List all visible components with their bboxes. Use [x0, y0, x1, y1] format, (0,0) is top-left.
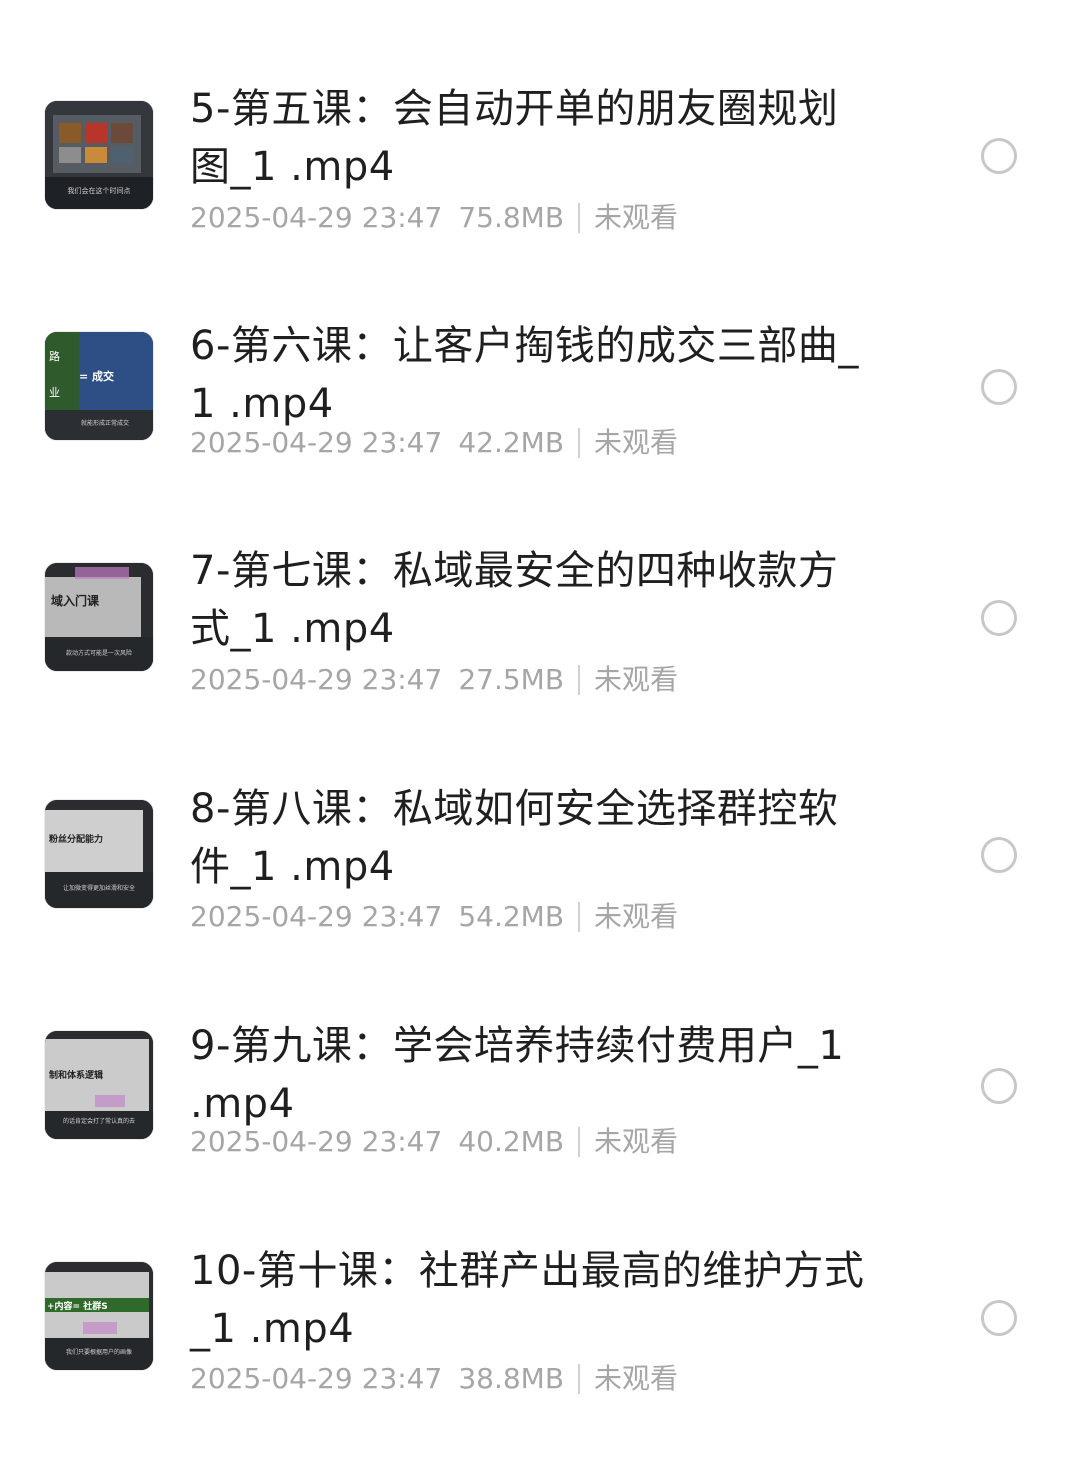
- video-thumbnail-image: 我们会在这个时间点: [45, 101, 153, 209]
- file-size: 38.8MB: [458, 1362, 565, 1395]
- video-thumbnail: 我们会在这个时间点: [45, 101, 153, 209]
- file-meta: 2025-04-29 23:47 40.2MB 未观看: [190, 1122, 678, 1162]
- file-title: 8-第八课：私域如何安全选择群控软件_1 .mp4: [190, 786, 839, 890]
- file-date: 2025-04-29 23:47: [190, 1362, 443, 1395]
- thumb-caption: 款动方式可能是一次风险: [66, 649, 132, 657]
- divider: [578, 902, 581, 932]
- file-date: 2025-04-29 23:47: [190, 1125, 443, 1158]
- list-item[interactable]: 域入门课 款动方式可能是一次风险 7-第七课：私域最安全的四种收款方式_1 .m…: [0, 462, 1080, 696]
- thumb-caption: 路: [49, 350, 60, 363]
- file-date: 2025-04-29 23:47: [190, 663, 443, 696]
- file-meta: 2025-04-29 23:47 42.2MB 未观看: [190, 423, 678, 463]
- file-title: 10-第十课：社群产出最高的维护方式_1 .mp4: [190, 1248, 865, 1352]
- file-title: 6-第六课：让客户掏钱的成交三部曲_1 .mp4: [190, 323, 859, 427]
- video-thumbnail: 域入门课 款动方式可能是一次风险: [45, 563, 153, 671]
- divider: [578, 665, 581, 695]
- radio-unchecked-icon[interactable]: [981, 600, 1017, 636]
- radio-unchecked-icon[interactable]: [981, 138, 1017, 174]
- radio-unchecked-icon[interactable]: [981, 1068, 1017, 1104]
- file-date: 2025-04-29 23:47: [190, 426, 443, 459]
- thumb-caption: 业: [49, 386, 60, 399]
- video-thumbnail: 路 = 成交 业 就能形成正常成交: [45, 332, 153, 440]
- radio-unchecked-icon[interactable]: [981, 1300, 1017, 1336]
- thumb-caption: 制和体系逻辑: [49, 1069, 103, 1081]
- thumb-caption: 域入门课: [51, 593, 100, 608]
- video-thumbnail-image: 制和体系逻辑 的话肯定会打了常认真的去: [45, 1031, 153, 1139]
- thumb-caption: 粉丝分配能力: [49, 833, 103, 845]
- file-size: 42.2MB: [458, 426, 565, 459]
- divider: [578, 203, 581, 233]
- thumb-caption: 我们只要根据用户的画像: [66, 1348, 132, 1356]
- list-item[interactable]: 路 = 成交 业 就能形成正常成交 6-第六课：让客户掏钱的成交三部曲_1 .m…: [0, 231, 1080, 461]
- video-thumbnail: +内容= 社群S 我们只要根据用户的画像: [45, 1262, 153, 1370]
- file-meta: 2025-04-29 23:47 27.5MB 未观看: [190, 660, 678, 700]
- radio-unchecked-icon[interactable]: [981, 369, 1017, 405]
- video-thumbnail: 制和体系逻辑 的话肯定会打了常认真的去: [45, 1031, 153, 1139]
- divider: [578, 428, 581, 458]
- list-item[interactable]: 制和体系逻辑 的话肯定会打了常认真的去 9-第九课：学会培养持续付费用户_1 .…: [0, 931, 1080, 1161]
- list-item[interactable]: 粉丝分配能力 让加微变得更加丝滑和安全 8-第八课：私域如何安全选择群控软件_1…: [0, 700, 1080, 933]
- file-title: 5-第五课：会自动开单的朋友圈规划图_1 .mp4: [190, 86, 839, 190]
- radio-unchecked-icon[interactable]: [981, 837, 1017, 873]
- file-list: 我们会在这个时间点 5-第五课：会自动开单的朋友圈规划图_1 .mp4 2025…: [0, 0, 1080, 1473]
- video-thumbnail-image: +内容= 社群S 我们只要根据用户的画像: [45, 1262, 153, 1370]
- watch-status: 未观看: [594, 426, 679, 459]
- list-item[interactable]: 我们会在这个时间点 5-第五课：会自动开单的朋友圈规划图_1 .mp4 2025…: [0, 0, 1080, 234]
- thumb-caption: 让加微变得更加丝滑和安全: [63, 884, 135, 892]
- file-size: 40.2MB: [458, 1125, 565, 1158]
- thumb-caption: = 成交: [79, 369, 114, 383]
- file-title: 9-第九课：学会培养持续付费用户_1 .mp4: [190, 1023, 845, 1127]
- list-item[interactable]: +内容= 社群S 我们只要根据用户的画像 10-第十课：社群产出最高的维护方式_…: [0, 1162, 1080, 1395]
- video-thumbnail-image: 路 = 成交 业 就能形成正常成交: [45, 332, 153, 440]
- watch-status: 未观看: [594, 1125, 679, 1158]
- divider: [578, 1364, 581, 1394]
- watch-status: 未观看: [594, 663, 679, 696]
- file-meta: 2025-04-29 23:47 38.8MB 未观看: [190, 1359, 678, 1399]
- video-thumbnail-image: 域入门课 款动方式可能是一次风险: [45, 563, 153, 671]
- thumb-caption: 的话肯定会打了常认真的去: [63, 1117, 135, 1125]
- file-title: 7-第七课：私域最安全的四种收款方式_1 .mp4: [190, 548, 839, 652]
- thumb-caption: 就能形成正常成交: [81, 419, 129, 427]
- file-size: 27.5MB: [458, 663, 565, 696]
- divider: [578, 1127, 581, 1157]
- thumb-caption: 我们会在这个时间点: [68, 186, 131, 195]
- watch-status: 未观看: [594, 1362, 679, 1395]
- video-thumbnail-image: 粉丝分配能力 让加微变得更加丝滑和安全: [45, 800, 153, 908]
- video-thumbnail: 粉丝分配能力 让加微变得更加丝滑和安全: [45, 800, 153, 908]
- thumb-caption: +内容= 社群S: [47, 1300, 108, 1312]
